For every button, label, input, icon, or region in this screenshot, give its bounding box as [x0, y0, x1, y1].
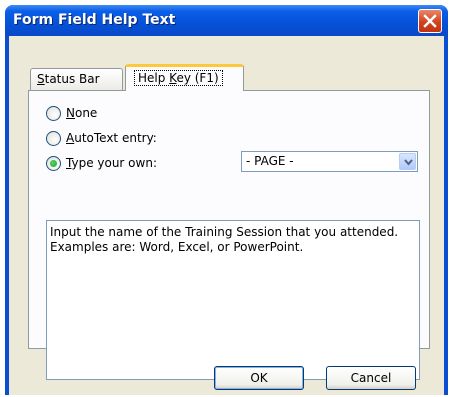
tab-label-post: ey (F1): [176, 71, 219, 85]
cancel-button[interactable]: Cancel: [326, 366, 416, 390]
radio-none[interactable]: [46, 106, 61, 121]
dropdown-button[interactable]: [399, 153, 416, 170]
dialog-title: Form Field Help Text: [13, 12, 176, 28]
tab-label-pre: Help: [138, 71, 170, 85]
tab-status-bar[interactable]: Status Bar: [30, 68, 123, 90]
close-x-icon: [423, 14, 437, 28]
tab-help-key[interactable]: Help Key (F1): [125, 64, 244, 91]
tab-label: Help Key (F1): [134, 70, 223, 86]
tab-label-mnemonic: S: [37, 72, 45, 86]
tab-label-post: tatus Bar: [44, 72, 100, 86]
dialog-window: Form Field Help Text Status Bar Help Key…: [5, 5, 448, 395]
radio-autotext[interactable]: [46, 131, 61, 146]
dialog-body: Status Bar Help Key (F1) None AutoText e…: [9, 36, 444, 395]
radio-checked-dot: [50, 160, 57, 167]
radio-type-own[interactable]: [46, 156, 61, 171]
option-type-own-label: Type your own:: [66, 156, 157, 170]
title-bar[interactable]: Form Field Help Text: [5, 5, 448, 36]
chevron-down-icon: [404, 159, 413, 166]
autotext-select-value: - PAGE -: [246, 154, 294, 168]
tab-panel: None AutoText entry: Type your own: - PA…: [28, 90, 430, 380]
ok-button[interactable]: OK: [214, 366, 304, 390]
option-none-label: None: [66, 106, 98, 120]
close-button[interactable]: [418, 9, 442, 33]
help-text-area[interactable]: Input the name of the Training Session t…: [46, 220, 420, 380]
option-autotext-label: AutoText entry:: [66, 131, 157, 145]
autotext-select[interactable]: - PAGE -: [241, 151, 418, 172]
